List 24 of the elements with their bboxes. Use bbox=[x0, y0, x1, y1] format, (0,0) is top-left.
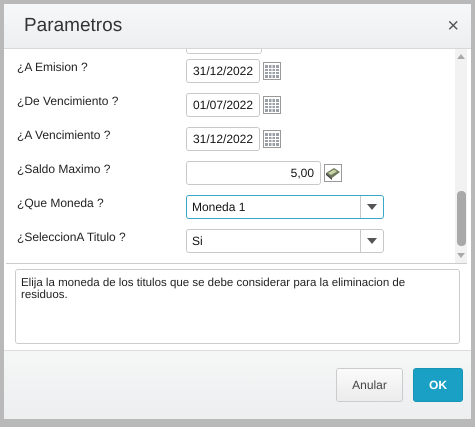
date-field[interactable]: 01/07/2022 bbox=[186, 93, 260, 117]
calculator-icon[interactable] bbox=[324, 164, 342, 182]
amount-field[interactable]: 5,00 bbox=[186, 161, 321, 185]
calendar-icon[interactable] bbox=[263, 62, 281, 80]
caret-icon bbox=[367, 238, 377, 244]
scrollbar[interactable] bbox=[455, 49, 467, 263]
field-label: ¿A Emision ? bbox=[17, 59, 89, 74]
close-button[interactable]: × bbox=[447, 14, 459, 38]
dropdown[interactable]: Moneda 1 bbox=[186, 195, 384, 219]
cancel-button[interactable]: Anular bbox=[336, 368, 403, 402]
dialog-title: Parametros bbox=[24, 15, 122, 37]
field-label: ¿Saldo Maximo ? bbox=[17, 161, 112, 176]
calendar-icon[interactable] bbox=[263, 96, 281, 114]
field-label: ¿Que Moneda ? bbox=[17, 195, 105, 210]
field-label: ¿De Vencimiento ? bbox=[17, 93, 120, 108]
help-text: Elija la moneda de los titulos que se debe considerar para la eliminacion de residuos. bbox=[21, 277, 406, 301]
dropdown[interactable]: Si bbox=[186, 229, 384, 253]
field-label: ¿A Vencimiento ? bbox=[17, 127, 112, 142]
calendar-icon[interactable] bbox=[263, 130, 281, 148]
field-label: ¿SeleccionA Titulo ? bbox=[17, 229, 127, 244]
caret-icon bbox=[367, 204, 377, 210]
scroll-thumb[interactable] bbox=[456, 191, 466, 246]
date-field[interactable]: 31/12/2022 bbox=[186, 59, 260, 83]
date-field[interactable]: 31/12/2022 bbox=[186, 127, 260, 151]
